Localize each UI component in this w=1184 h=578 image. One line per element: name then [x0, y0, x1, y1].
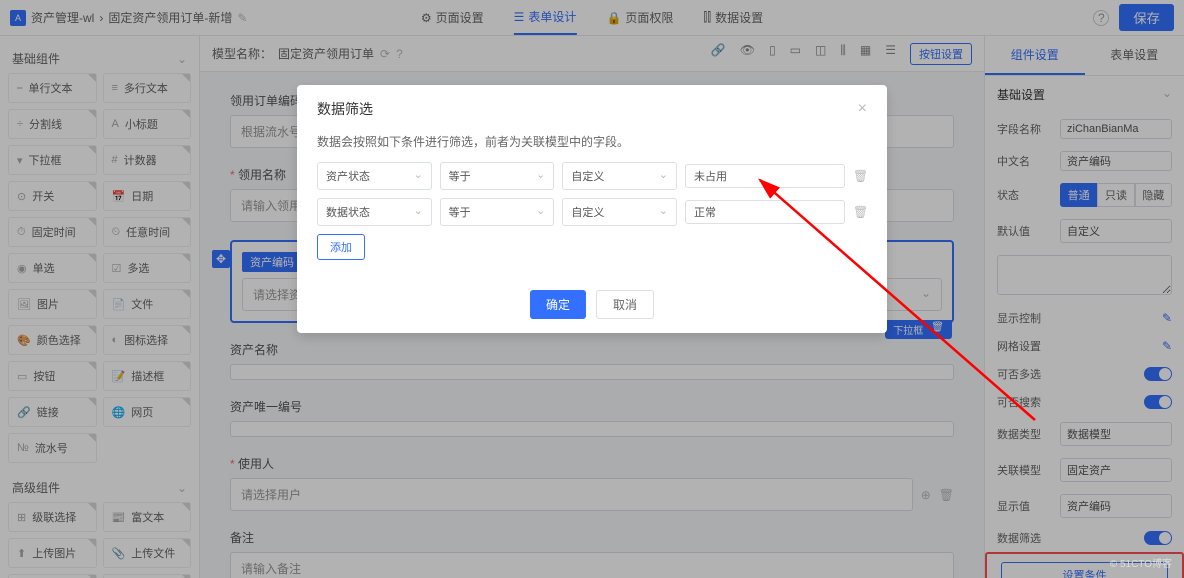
- cancel-button[interactable]: 取消: [596, 290, 654, 319]
- modal-overlay: 数据筛选 × 数据会按照如下条件进行筛选，前者为关联模型中的字段。 资产状态 等…: [0, 0, 1184, 578]
- filter-value-input[interactable]: [685, 200, 845, 224]
- add-filter-button[interactable]: 添加: [317, 234, 365, 260]
- filter-op-select[interactable]: 等于: [440, 162, 555, 190]
- modal-title: 数据筛选: [317, 99, 373, 119]
- filter-row: 资产状态 等于 自定义 🗑: [317, 162, 867, 190]
- delete-icon[interactable]: 🗑: [853, 169, 867, 183]
- data-filter-modal: 数据筛选 × 数据会按照如下条件进行筛选，前者为关联模型中的字段。 资产状态 等…: [297, 85, 887, 333]
- close-icon[interactable]: ×: [858, 100, 867, 118]
- delete-icon[interactable]: 🗑: [853, 205, 867, 219]
- filter-field-select[interactable]: 数据状态: [317, 198, 432, 226]
- filter-value-input[interactable]: [685, 164, 845, 188]
- filter-type-select[interactable]: 自定义: [562, 162, 677, 190]
- filter-row: 数据状态 等于 自定义 🗑: [317, 198, 867, 226]
- filter-field-select[interactable]: 资产状态: [317, 162, 432, 190]
- filter-type-select[interactable]: 自定义: [562, 198, 677, 226]
- watermark: © 51CTO博客: [1110, 555, 1172, 570]
- confirm-button[interactable]: 确定: [530, 290, 586, 319]
- modal-hint: 数据会按照如下条件进行筛选，前者为关联模型中的字段。: [317, 133, 867, 150]
- filter-op-select[interactable]: 等于: [440, 198, 555, 226]
